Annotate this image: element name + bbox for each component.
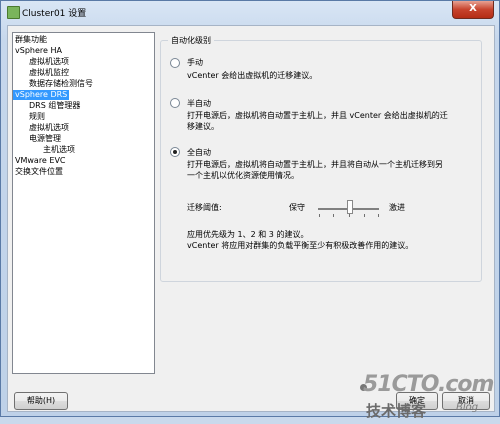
option-full-title[interactable]: 全自动 — [187, 147, 211, 158]
nav-item[interactable]: DRS 组管理器 — [29, 101, 80, 111]
option-full-desc-line2: 一个主机以优化资源使用情况。 — [187, 171, 299, 180]
option-partial-desc-line2: 移建议。 — [187, 122, 219, 131]
aggressive-label: 激进 — [389, 203, 405, 212]
nav-item[interactable]: 数据存储检测信号 — [29, 79, 93, 89]
threshold-slider-thumb[interactable] — [347, 200, 353, 214]
settings-nav-tree[interactable]: 群集功能 vSphere HA 虚拟机选项 虚拟机监控 数据存储检测信号 vSphere … — [12, 32, 155, 374]
nav-item[interactable]: 虚拟机选项 — [29, 57, 69, 67]
option-full-desc-line1: 打开电源后，虚拟机将自动置于主机上，并且将自动从一个主机迁移到另 — [187, 160, 443, 169]
nav-item[interactable]: vSphere HA — [15, 46, 62, 56]
option-partial-title[interactable]: 半自动 — [187, 98, 211, 109]
slider-tick — [349, 214, 350, 217]
watermark-main: 51CTO.com — [363, 372, 494, 397]
conservative-label: 保守 — [289, 203, 305, 212]
threshold-note-line2: vCenter 将应用对群集的负载平衡至少有积极改善作用的建议。 — [187, 241, 414, 250]
close-button[interactable]: X — [452, 1, 494, 19]
radio-manual[interactable] — [170, 58, 180, 68]
nav-item[interactable]: 交换文件位置 — [15, 167, 63, 177]
watermark-sub: 技术博客 — [366, 402, 427, 420]
option-manual-title[interactable]: 手动 — [187, 57, 203, 68]
nav-item[interactable]: 主机选项 — [43, 145, 75, 155]
nav-item[interactable]: vSphere DRS — [13, 90, 70, 100]
option-manual-desc: vCenter 会给出虚拟机的迁移建议。 — [187, 71, 318, 80]
watermark: 51CTO.com 技术博客 Blog — [338, 372, 494, 424]
title-bar: Cluster01 设置 X — [1, 1, 499, 25]
radio-full[interactable] — [170, 147, 180, 157]
window-title: Cluster01 设置 — [22, 9, 87, 19]
slider-tick — [378, 214, 379, 217]
option-partial-desc-line1: 打开电源后，虚拟机将自动置于主机上，并且 vCenter 会给出虚拟机的迁 — [187, 111, 448, 120]
nav-item[interactable]: VMware EVC — [15, 156, 66, 166]
automation-level-title: 自动化级别 — [168, 35, 214, 46]
radio-partial[interactable] — [170, 98, 180, 108]
nav-item[interactable]: 虚拟机监控 — [29, 68, 69, 78]
watermark-blog: Blog — [456, 402, 479, 413]
help-button[interactable]: 帮助(H) — [14, 392, 68, 410]
nav-item[interactable]: 电源管理 — [29, 134, 61, 144]
cluster-icon — [7, 6, 20, 19]
threshold-note-line1: 应用优先级为 1、2 和 3 的建议。 — [187, 230, 309, 239]
nav-item[interactable]: 群集功能 — [15, 35, 47, 45]
slider-tick — [333, 214, 334, 217]
slider-tick — [319, 214, 320, 217]
slider-tick — [364, 214, 365, 217]
nav-item[interactable]: 虚拟机选项 — [29, 123, 69, 133]
nav-item[interactable]: 规则 — [29, 112, 45, 122]
dialog-body: 群集功能 vSphere HA 虚拟机选项 虚拟机监控 数据存储检测信号 vSphere … — [7, 25, 495, 420]
settings-dialog: Cluster01 设置 X 群集功能 vSphere HA 虚拟机选项 虚拟机监控数… — [0, 0, 500, 420]
threshold-label: 迁移阈值: — [187, 203, 222, 212]
